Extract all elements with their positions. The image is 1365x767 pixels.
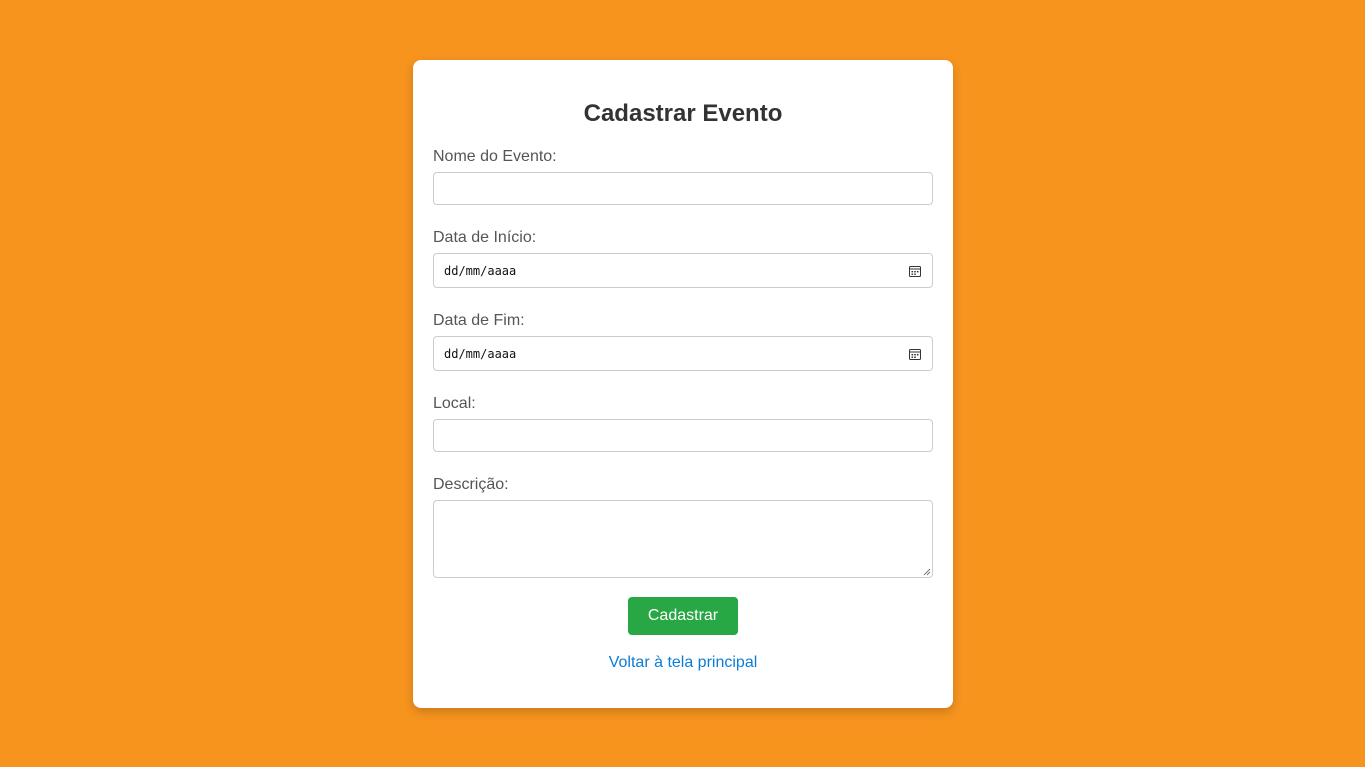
fim-field: Data de Fim: dd/mm/aaaa (433, 312, 933, 371)
event-form-card: Cadastrar Evento Nome do Evento: Data de… (413, 60, 953, 708)
descricao-textarea[interactable] (433, 500, 933, 578)
descricao-label: Descrição: (433, 476, 509, 493)
nome-field: Nome do Evento: (433, 148, 933, 205)
calendar-icon[interactable] (909, 265, 921, 277)
page-title: Cadastrar Evento (583, 100, 783, 127)
inicio-date-placeholder: dd/mm/aaaa (444, 264, 517, 278)
nome-input[interactable] (433, 172, 933, 205)
submit-row: Cadastrar (433, 597, 933, 635)
local-label: Local: (433, 395, 476, 412)
fim-date-placeholder: dd/mm/aaaa (444, 347, 517, 361)
descricao-field: Descrição: (433, 476, 933, 578)
nome-label: Nome do Evento: (433, 148, 557, 165)
local-field: Local: (433, 395, 933, 452)
back-link-row: Voltar à tela principal (433, 654, 933, 672)
fim-date-input[interactable]: dd/mm/aaaa (433, 336, 933, 371)
inicio-field: Data de Início: dd/mm/aaaa (433, 229, 933, 288)
local-input[interactable] (433, 419, 933, 452)
inicio-label: Data de Início: (433, 229, 537, 246)
inicio-date-input[interactable]: dd/mm/aaaa (433, 253, 933, 288)
resize-handle-icon[interactable] (923, 568, 931, 576)
voltar-link[interactable]: Voltar à tela principal (433, 654, 933, 672)
calendar-icon[interactable] (909, 348, 921, 360)
fim-label: Data de Fim: (433, 312, 525, 329)
cadastrar-button[interactable]: Cadastrar (628, 597, 738, 635)
